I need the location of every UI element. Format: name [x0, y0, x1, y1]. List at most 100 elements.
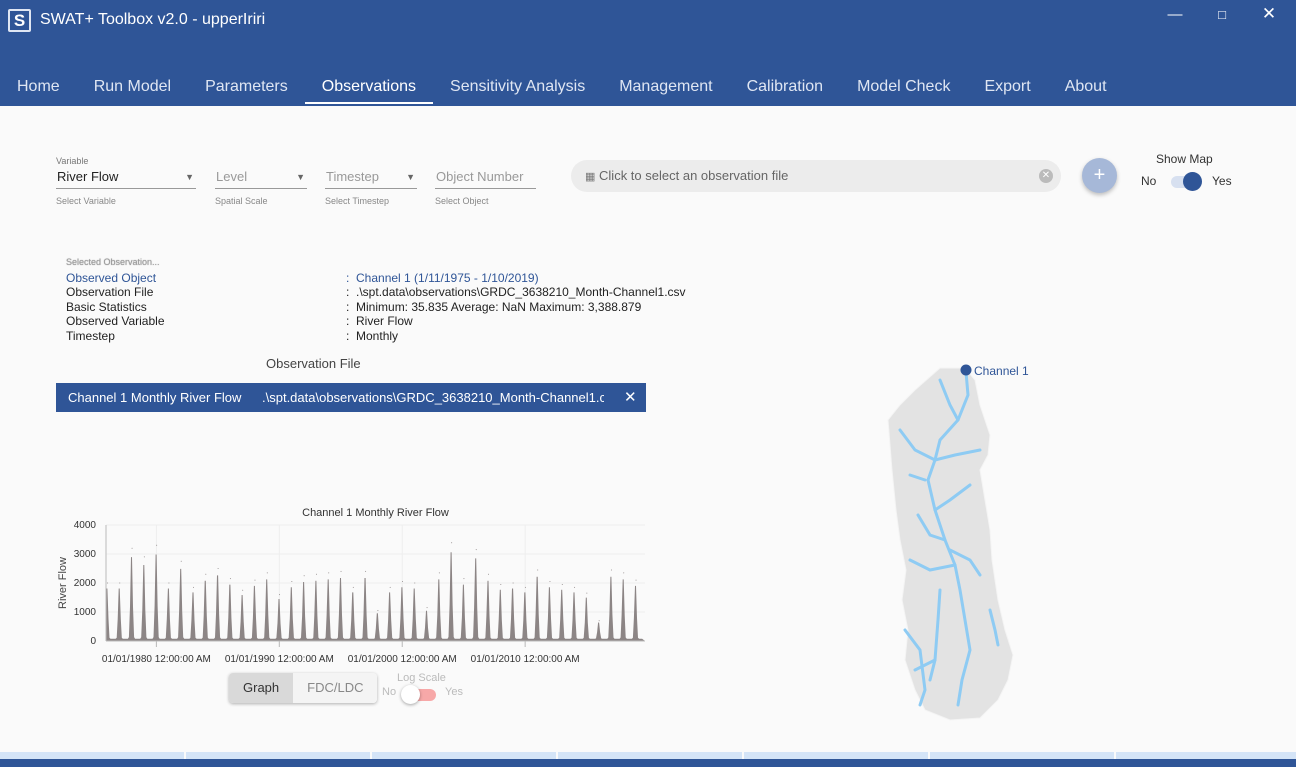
peak-point — [193, 586, 195, 588]
flow-area — [106, 552, 645, 641]
peak-point — [168, 582, 170, 584]
tab-observations[interactable]: Observations — [304, 72, 434, 105]
info-value: River Flow — [356, 314, 413, 328]
tab-run-model[interactable]: Run Model — [77, 72, 188, 105]
excel-file-icon: ▦ — [585, 171, 596, 183]
peak-point — [328, 572, 330, 574]
watershed-area — [887, 367, 1014, 721]
info-key: Observed Variable — [66, 314, 165, 328]
tab-management[interactable]: Management — [602, 72, 729, 105]
timestep-hint: Select Timestep — [325, 196, 390, 206]
observation-file-row[interactable]: Channel 1 Monthly River Flow .\spt.data\… — [56, 383, 646, 412]
close-icon[interactable]: ✕ — [1259, 4, 1279, 24]
info-value: Monthly — [356, 328, 399, 343]
observation-file-picker[interactable]: ▦ Click to select an observation file ✕ — [571, 160, 1061, 192]
level-hint: Spatial Scale — [215, 196, 268, 206]
log-scale-switch[interactable] — [401, 685, 436, 704]
peak-point — [303, 575, 305, 577]
info-row: Timestep: Monthly — [66, 329, 686, 344]
fdc-ldc-button[interactable]: FDC/LDC — [293, 673, 378, 703]
clear-icon[interactable]: ✕ — [1039, 169, 1053, 183]
tab-parameters[interactable]: Parameters — [188, 72, 305, 105]
x-tick-label: 01/01/1990 12:00:00 AM — [225, 654, 334, 665]
peak-point — [254, 579, 256, 581]
peak-point — [635, 579, 637, 581]
remove-icon[interactable]: ✕ — [624, 383, 637, 412]
info-key: Observed Object — [66, 270, 157, 285]
status-segment — [744, 752, 928, 759]
peak-point — [266, 572, 268, 574]
maximize-icon[interactable]: □ — [1212, 7, 1232, 22]
minimize-icon[interactable]: — — [1165, 6, 1185, 23]
timestep-value[interactable]: Timestep ▼ — [325, 167, 417, 189]
dropdown-arrow-icon: ▼ — [296, 172, 305, 182]
window-title: SWAT+ Toolbox v2.0 - upperIriri — [40, 11, 266, 28]
variable-select[interactable]: Variable River Flow ▼ Select Variable — [56, 156, 196, 206]
channel-label: Channel 1 — [974, 364, 1029, 378]
level-value[interactable]: Level ▼ — [215, 167, 307, 189]
graph-button[interactable]: Graph — [229, 673, 294, 703]
variable-value[interactable]: River Flow ▼ — [56, 167, 196, 189]
info-row: Observed Variable: River Flow — [66, 314, 686, 329]
app-header: S SWAT+ Toolbox v2.0 - upperIriri — □ ✕ … — [0, 0, 1296, 106]
y-axis-label: River Flow — [57, 557, 69, 609]
info-value: .\spt.data\observations\GRDC_3638210_Mon… — [356, 285, 686, 299]
peak-point — [156, 544, 158, 546]
tab-sensitivity-analysis[interactable]: Sensitivity Analysis — [433, 72, 602, 105]
object-number-placeholder[interactable]: Object Number — [435, 167, 536, 189]
show-map-switch[interactable] — [1171, 172, 1202, 191]
peak-point — [217, 568, 219, 569]
channel-marker[interactable] — [960, 364, 972, 376]
add-observation-button[interactable]: + — [1082, 158, 1117, 193]
info-value: Minimum: 35.835 Average: NaN Maximum: 3,… — [356, 299, 642, 314]
peak-point — [352, 586, 354, 588]
timestep-select[interactable]: Timestep ▼ Select Timestep — [325, 156, 417, 206]
level-select[interactable]: Level ▼ Spatial Scale — [215, 156, 307, 206]
peak-point — [377, 610, 379, 612]
info-key: Observation File — [66, 285, 154, 299]
y-tick-label: 4000 — [74, 520, 97, 531]
peak-point — [340, 570, 342, 572]
status-bar — [0, 752, 1296, 767]
peak-point — [598, 620, 600, 622]
show-map-label: Show Map — [1156, 152, 1213, 166]
timestep-placeholder: Timestep — [326, 169, 379, 184]
peak-point — [549, 581, 551, 583]
peak-point — [438, 572, 440, 574]
peak-point — [180, 560, 182, 562]
peak-point — [488, 573, 490, 575]
peak-point — [131, 547, 133, 549]
peak-point — [143, 556, 145, 558]
show-map-yes: Yes — [1212, 174, 1232, 188]
tab-about[interactable]: About — [1048, 72, 1124, 105]
info-row: Observation File: .\spt.data\observation… — [66, 285, 686, 300]
app-logo: S — [8, 9, 31, 32]
variable-label: Variable — [56, 156, 89, 166]
status-segment — [0, 752, 184, 759]
peak-point — [365, 570, 367, 572]
object-number-input[interactable]: Object Number Select Object — [435, 156, 536, 206]
peak-point — [475, 549, 477, 551]
switch-knob[interactable] — [401, 685, 420, 704]
peak-point — [610, 569, 612, 571]
observation-name: Channel 1 Monthly River Flow — [68, 390, 242, 405]
view-toggle: Graph FDC/LDC — [229, 673, 378, 703]
observation-path: .\spt.data\observations\GRDC_3638210_Mon… — [262, 390, 604, 405]
y-tick-label: 1000 — [74, 607, 97, 618]
peak-point — [106, 582, 108, 584]
tab-model-check[interactable]: Model Check — [840, 72, 967, 105]
info-heading: Selected Observation... — [66, 257, 160, 267]
info-row: Basic Statistics: Minimum: 35.835 Averag… — [66, 300, 686, 315]
peak-point — [451, 542, 453, 544]
observation-file-header: Observation File — [266, 356, 361, 371]
peak-point — [463, 578, 465, 580]
tab-calibration[interactable]: Calibration — [730, 72, 840, 105]
tab-home[interactable]: Home — [0, 72, 77, 105]
watershed-map[interactable]: Channel 1 — [880, 360, 1050, 725]
peak-point — [561, 583, 563, 585]
tab-export[interactable]: Export — [967, 72, 1047, 105]
info-colon: : — [346, 299, 357, 314]
switch-knob[interactable] — [1183, 172, 1202, 191]
y-tick-label: 3000 — [74, 549, 97, 560]
peak-point — [524, 586, 526, 588]
